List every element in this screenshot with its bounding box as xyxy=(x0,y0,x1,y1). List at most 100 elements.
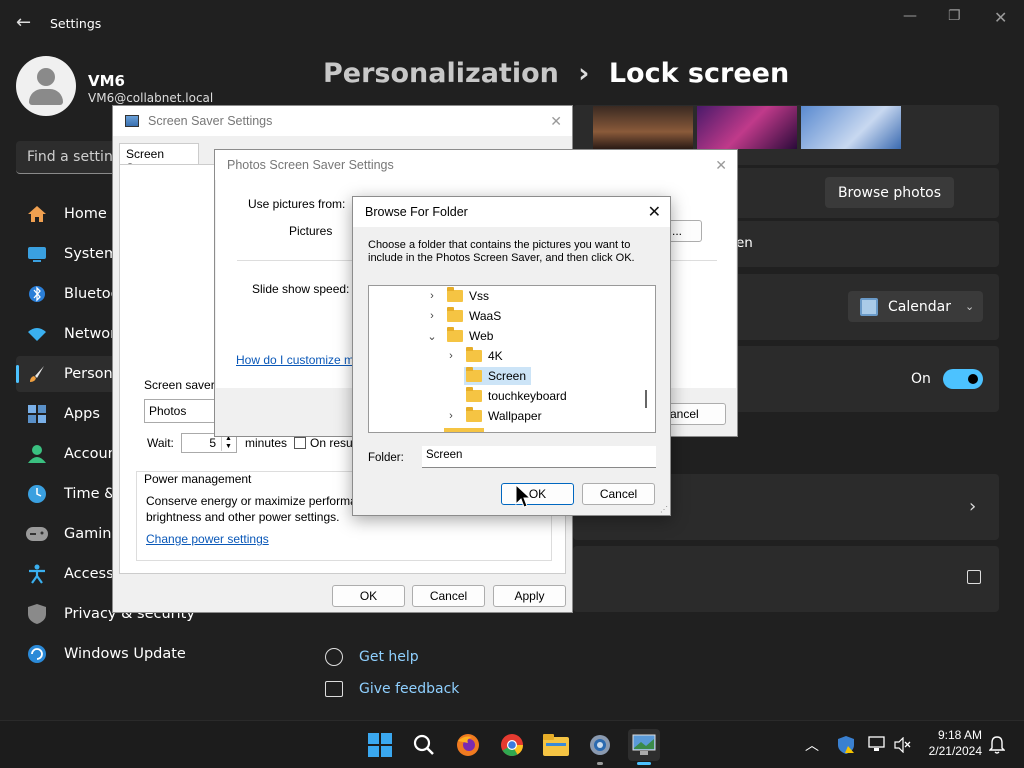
spinner-arrows-icon[interactable]: ▲ ▼ xyxy=(221,435,235,451)
maximize-button[interactable]: ❐ xyxy=(948,8,961,24)
network-icon xyxy=(26,323,48,345)
network-status-icon[interactable] xyxy=(868,736,886,752)
user-name: VM6 xyxy=(88,72,125,90)
sidebar-item-label: Home xyxy=(64,206,107,222)
close-icon[interactable]: ✕ xyxy=(550,113,562,130)
tree-item-web[interactable]: ⌄ Web xyxy=(425,326,493,346)
breadcrumb-separator-icon: › xyxy=(578,58,590,89)
lock-screen-status-dropdown[interactable]: Calendar ⌄ xyxy=(848,291,983,322)
close-button[interactable]: ✕ xyxy=(994,8,1007,27)
chrome-icon xyxy=(501,734,523,756)
security-icon[interactable] xyxy=(837,736,855,754)
screen-saver-select[interactable]: Photos xyxy=(144,399,219,423)
on-resume-checkbox[interactable] xyxy=(294,437,306,449)
tree-item-waas[interactable]: › WaaS xyxy=(425,306,501,326)
tab-screen-saver[interactable]: Screen Saver xyxy=(119,143,199,175)
browse-label: ... xyxy=(672,224,683,238)
search-placeholder: Find a setting xyxy=(27,149,122,165)
lock-screen-tips-label: en xyxy=(736,235,753,251)
get-help-link[interactable]: Get help xyxy=(325,648,419,666)
tree-item-vss[interactable]: › Vss xyxy=(425,286,489,306)
screen-saver-app-icon xyxy=(125,115,139,127)
settings-titlebar: ← Settings — ❐ ✕ xyxy=(0,0,1024,48)
chevron-down-icon[interactable]: ⌄ xyxy=(425,330,439,343)
user-email: VM6@collabnet.local xyxy=(88,91,214,105)
status-app-label: Calendar xyxy=(888,298,951,315)
recent-image-3[interactable] xyxy=(697,106,797,149)
chevron-right-icon[interactable]: › xyxy=(425,310,439,322)
chrome-button[interactable] xyxy=(496,729,528,761)
screensaver-app-button[interactable] xyxy=(628,729,660,765)
folder-icon xyxy=(466,387,482,402)
chevron-up-icon[interactable]: ︿ xyxy=(805,735,819,755)
chevron-right-icon[interactable]: › xyxy=(444,410,458,422)
close-icon[interactable]: ✕ xyxy=(648,202,661,222)
start-button[interactable] xyxy=(364,729,396,761)
slide-show-speed-label: Slide show speed: xyxy=(252,282,350,296)
tree-item-label: Web xyxy=(469,329,494,343)
sidebar-item-label: Windows Update xyxy=(64,646,186,662)
start-icon xyxy=(368,733,392,757)
feedback-icon xyxy=(325,681,343,697)
dialog-title: Screen Saver Settings xyxy=(148,114,273,128)
ok-label: OK xyxy=(359,589,378,603)
page-title: Lock screen xyxy=(608,58,790,89)
tree-item-screen[interactable]: Screen xyxy=(444,366,532,386)
settings-icon xyxy=(590,735,610,755)
screen-saver-dialog-titlebar: Screen Saver Settings ✕ xyxy=(113,106,572,136)
apply-button[interactable]: Apply xyxy=(493,585,566,607)
back-arrow-icon[interactable]: ← xyxy=(16,12,31,33)
tree-item-wallpaper[interactable]: › Wallpaper xyxy=(444,406,542,426)
clock[interactable]: 9:18 AM 2/21/2024 xyxy=(920,727,982,759)
use-pictures-label: Use pictures from: xyxy=(248,197,346,211)
folder-tree[interactable]: › Vss › WaaS ⌄ Web › 4K Screen touchkeyboard… xyxy=(368,285,656,433)
recent-image-2[interactable] xyxy=(593,106,693,149)
taskbar: ︿ 9:18 AM 2/21/2024 xyxy=(0,720,1024,768)
browse-dialog-titlebar: Browse For Folder ✕ xyxy=(353,197,670,227)
selected-saver: Photos xyxy=(149,404,187,418)
cancel-button[interactable]: Cancel xyxy=(412,585,485,607)
dialog-title: Browse For Folder xyxy=(365,205,468,219)
instructions-text: Choose a folder that contains the pictur… xyxy=(368,239,631,251)
screen-saver-card[interactable] xyxy=(573,546,999,612)
notification-bell-icon[interactable] xyxy=(989,736,1005,754)
customize-help-link[interactable]: How do I customize my screen saver? xyxy=(236,353,354,367)
cancel-button[interactable]: Cancel xyxy=(582,483,655,505)
instructions-text-2: include in the Photos Screen Saver, and … xyxy=(368,252,635,264)
settings-button[interactable] xyxy=(584,729,616,765)
dialog-title: Photos Screen Saver Settings xyxy=(227,158,394,172)
avatar[interactable] xyxy=(16,56,76,116)
tree-scrollbar[interactable] xyxy=(645,390,647,408)
ok-button[interactable]: OK xyxy=(501,483,574,505)
tree-item-label: Screen xyxy=(488,369,527,383)
folder-input[interactable]: Screen xyxy=(422,446,656,468)
show-background-toggle[interactable] xyxy=(943,369,983,389)
accessibility-icon xyxy=(26,563,48,585)
sidebar-item-windows-update[interactable]: Windows Update xyxy=(16,636,296,672)
sidebar-item-label: Apps xyxy=(64,406,100,422)
give-feedback-label: Give feedback xyxy=(359,681,460,697)
chevron-right-icon[interactable]: › xyxy=(444,350,458,362)
give-feedback-link[interactable]: Give feedback xyxy=(325,681,459,697)
tree-item-touchkeyboard[interactable]: touchkeyboard xyxy=(444,386,567,406)
home-icon xyxy=(26,203,48,225)
change-power-settings-link[interactable]: Change power settings xyxy=(146,532,269,546)
close-icon[interactable]: ✕ xyxy=(715,157,727,174)
ok-button[interactable]: OK xyxy=(332,585,405,607)
resize-grip-icon[interactable]: ⋰ xyxy=(660,505,668,514)
minimize-button[interactable]: — xyxy=(903,8,917,24)
recent-image-4[interactable] xyxy=(801,106,901,149)
volume-muted-icon[interactable] xyxy=(894,737,912,753)
browse-photos-button[interactable]: Browse photos xyxy=(825,177,954,208)
folder-open-icon xyxy=(466,367,482,382)
apps-icon xyxy=(26,403,48,425)
breadcrumb-parent[interactable]: Personalization xyxy=(323,58,559,89)
search-button[interactable] xyxy=(408,729,440,761)
folder-icon xyxy=(447,327,463,342)
power-group-label: Power management xyxy=(144,472,252,486)
firefox-button[interactable] xyxy=(452,729,484,761)
file-explorer-button[interactable] xyxy=(540,729,572,761)
tree-item-4k[interactable]: › 4K xyxy=(444,346,503,366)
chevron-right-icon[interactable]: › xyxy=(425,290,439,302)
screen-saver-group-label: Screen saver xyxy=(144,378,215,392)
